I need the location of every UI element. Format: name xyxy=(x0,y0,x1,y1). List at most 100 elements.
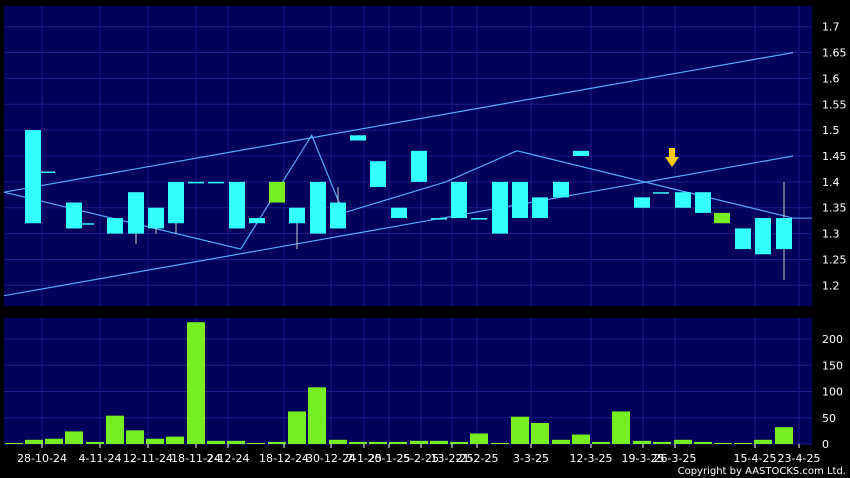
volume-tick-label: 50 xyxy=(822,412,836,425)
price-tick-label: 1.2 xyxy=(822,279,840,292)
volume-bar xyxy=(45,438,63,444)
date-tick-label: 12-3-25 xyxy=(570,452,613,465)
volume-bar xyxy=(694,441,712,444)
candle-body xyxy=(553,181,569,198)
candle-body xyxy=(776,218,792,250)
date-tick-label: 21-2-25 xyxy=(456,452,499,465)
volume-bar xyxy=(227,440,245,444)
volume-bar xyxy=(714,442,732,444)
date-axis: 28-10-24 4-11-24 12-11-2418-11-242-12-24 18… xyxy=(17,444,820,465)
candle-body xyxy=(451,181,467,219)
price-tick-label: 1.4 xyxy=(822,176,840,189)
candle-body xyxy=(208,181,224,184)
candle-body xyxy=(39,171,55,174)
candle-body xyxy=(229,181,245,229)
date-tick-label: 2-12-24 xyxy=(207,452,250,465)
candle-body xyxy=(492,181,508,234)
candle-body xyxy=(310,181,326,234)
volume-bar xyxy=(389,441,407,444)
date-tick-label: 18-12-24 xyxy=(259,452,309,465)
candle-body xyxy=(370,161,386,188)
candle-body xyxy=(249,218,265,224)
price-tick-label: 1.35 xyxy=(822,202,847,215)
volume-tick-label: 100 xyxy=(822,386,843,399)
candle-body xyxy=(78,223,94,225)
volume-bar xyxy=(775,427,793,444)
volume-axis: 0 50 100 150 200 xyxy=(822,333,843,451)
volume-bar xyxy=(612,411,630,444)
volume-bar xyxy=(633,440,651,444)
volume-bar xyxy=(126,430,144,444)
date-tick-label: 12-11-24 xyxy=(123,452,173,465)
volume-bar xyxy=(470,433,488,444)
volume-bar xyxy=(5,442,23,444)
candle-body xyxy=(471,218,487,220)
volume-bar xyxy=(531,423,549,444)
price-axis: 1.2 1.25 1.3 1.35 1.4 1.45 1.5 1.55 1.6 1.65 1.7 xyxy=(822,21,847,293)
copyright-text: Copyright by AASTOCKS.com Ltd. xyxy=(678,466,846,477)
candle-body xyxy=(573,150,589,156)
volume-bar xyxy=(187,322,205,444)
candle-body xyxy=(148,207,164,229)
volume-bar xyxy=(552,439,570,444)
volume-bar xyxy=(450,441,468,444)
chart-canvas: 1.2 1.25 1.3 1.35 1.4 1.45 1.5 1.55 1.6 1.65 1.7 0… xyxy=(3,6,847,477)
candle-body xyxy=(714,212,730,224)
candle-body xyxy=(269,181,285,203)
date-tick-label: 15-4-25 xyxy=(734,452,777,465)
volume-bar xyxy=(25,439,43,444)
volume-bar xyxy=(247,442,265,444)
volume-bar xyxy=(491,442,509,444)
date-tick-label: 4-11-24 xyxy=(79,452,122,465)
volume-bar xyxy=(65,431,83,444)
volume-bar xyxy=(166,436,184,444)
price-tick-label: 1.65 xyxy=(822,47,847,60)
volume-bar xyxy=(592,441,610,444)
volume-bar xyxy=(308,387,326,444)
candle-body xyxy=(188,181,204,184)
candle-body xyxy=(391,207,407,219)
stock-chart: 1.2 1.25 1.3 1.35 1.4 1.45 1.5 1.55 1.6 1.65 1.7 0… xyxy=(0,0,850,478)
date-tick-label: 26-3-25 xyxy=(654,452,697,465)
volume-bar xyxy=(572,434,590,444)
candle-body xyxy=(330,202,346,229)
volume-tick-label: 0 xyxy=(822,438,829,451)
volume-bar xyxy=(410,440,428,444)
volume-tick-label: 200 xyxy=(822,333,843,346)
candle-body xyxy=(755,218,771,255)
volume-bar xyxy=(511,416,529,444)
candle-body xyxy=(634,197,650,208)
price-tick-label: 1.45 xyxy=(822,150,847,163)
candle-body xyxy=(411,150,427,182)
candle-body xyxy=(107,218,123,234)
price-tick-label: 1.6 xyxy=(822,72,840,85)
volume-bar xyxy=(653,441,671,444)
volume-bar xyxy=(106,415,124,444)
price-tick-label: 1.25 xyxy=(822,253,847,266)
volume-bar xyxy=(146,438,164,444)
volume-bar xyxy=(349,441,367,444)
price-tick-label: 1.3 xyxy=(822,228,840,241)
volume-tick-label: 150 xyxy=(822,359,843,372)
candle-body xyxy=(350,135,366,141)
volume-bar xyxy=(674,439,692,444)
date-tick-label: 28-10-24 xyxy=(17,452,67,465)
volume-bar xyxy=(430,440,448,444)
volume-bar xyxy=(288,411,306,444)
candle-body xyxy=(128,192,144,234)
volume-bar xyxy=(369,441,387,444)
candle-body xyxy=(532,197,548,219)
candle-body xyxy=(25,130,41,224)
price-tick-label: 1.7 xyxy=(822,21,840,34)
volume-bar xyxy=(754,439,772,444)
candle-body xyxy=(653,192,669,194)
date-tick-label: 23-4-25 xyxy=(778,452,821,465)
candle-body xyxy=(675,192,691,208)
volume-bar xyxy=(268,441,286,444)
volume-panel xyxy=(4,318,812,444)
price-tick-label: 1.55 xyxy=(822,98,847,111)
candle-body xyxy=(431,218,447,220)
candle-body xyxy=(735,228,751,250)
date-tick-label: 3-3-25 xyxy=(513,452,549,465)
volume-bar xyxy=(329,439,347,444)
